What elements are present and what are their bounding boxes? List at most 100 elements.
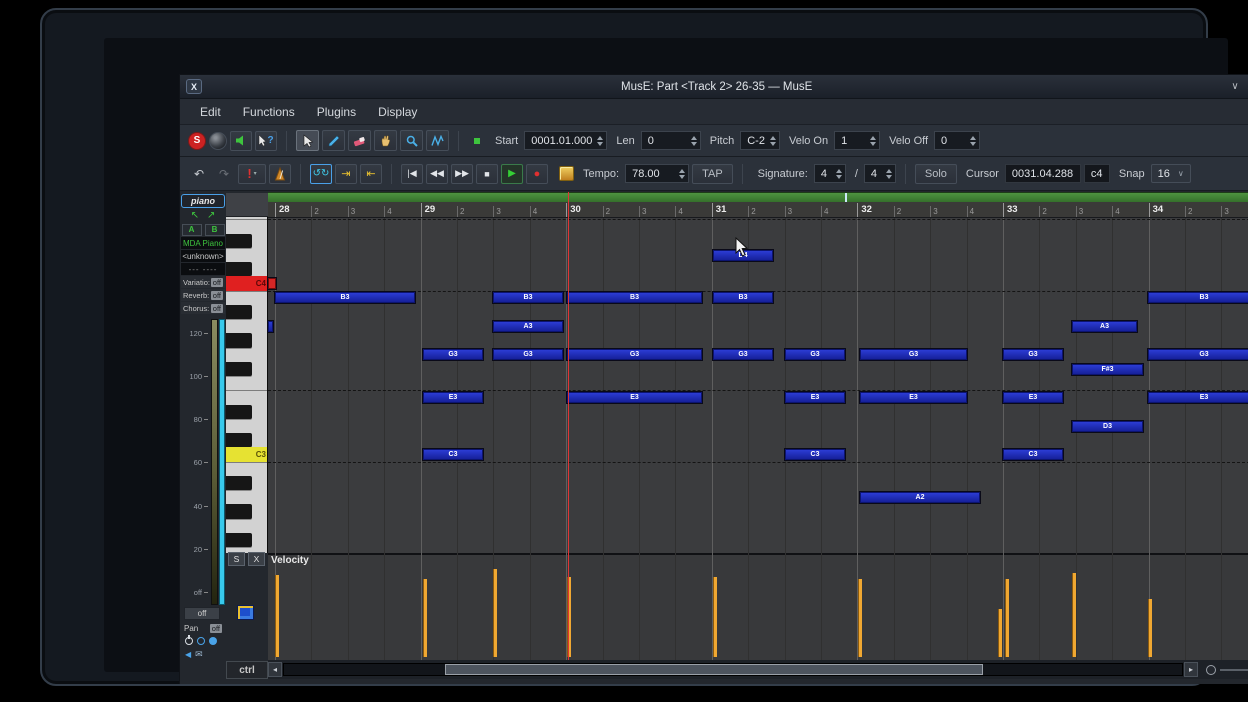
piano-key-black[interactable] xyxy=(226,532,252,548)
piano-keys[interactable]: C4 C3 xyxy=(226,217,268,553)
instrument-name[interactable]: MDA Piano xyxy=(181,237,225,249)
midi-note[interactable]: D3 xyxy=(1072,420,1143,432)
velocity-bar[interactable] xyxy=(275,575,279,657)
part-name-tab[interactable]: piano xyxy=(181,194,225,208)
redo-button[interactable]: ↷ xyxy=(213,164,235,184)
pointer-tool-button[interactable] xyxy=(296,130,319,151)
punch-out-button[interactable]: ⇤ xyxy=(360,163,382,184)
position-strip[interactable] xyxy=(268,192,1248,203)
rewind-button[interactable]: ◀◀ xyxy=(426,163,448,184)
ctrl-lane-close-button[interactable]: X xyxy=(248,552,265,566)
velocity-bar[interactable] xyxy=(1005,579,1009,657)
piano-key-black[interactable] xyxy=(226,361,252,377)
velocity-bar[interactable] xyxy=(423,579,427,657)
midi-note[interactable]: G3 xyxy=(1003,349,1063,361)
midi-note[interactable]: G3 xyxy=(860,349,967,361)
speaker-icon[interactable] xyxy=(230,130,252,151)
midi-note[interactable]: G3 xyxy=(567,349,702,361)
volume-value[interactable]: off xyxy=(184,607,220,620)
piano-key-c3[interactable]: C3 xyxy=(226,447,267,462)
playhead[interactable] xyxy=(568,192,569,660)
hand-tool-button[interactable] xyxy=(374,130,397,151)
start-spinbox[interactable]: 0001.01.000 xyxy=(524,131,608,150)
tap-button[interactable]: TAP xyxy=(692,163,733,184)
volume-slider[interactable] xyxy=(219,319,225,605)
a-button[interactable]: A xyxy=(181,223,202,236)
velocity-bar[interactable] xyxy=(1148,599,1152,657)
forward-button[interactable]: ▶▶ xyxy=(451,163,473,184)
next-part-icon[interactable]: ↗ xyxy=(207,210,215,221)
midi-note[interactable]: B3 xyxy=(493,292,563,304)
midi-knob-icon[interactable] xyxy=(209,131,227,150)
controller-row[interactable]: Variatio: off xyxy=(181,276,225,288)
bank-display[interactable]: --- ---- xyxy=(181,263,225,275)
controller-list-icon[interactable] xyxy=(237,605,254,620)
snap-combo[interactable]: 16 ∨ xyxy=(1150,164,1191,183)
minimize-button[interactable]: ∨ xyxy=(1231,81,1238,92)
midi-note[interactable]: G3 xyxy=(423,349,483,361)
len-spinbox[interactable]: 0 xyxy=(640,131,701,150)
velocity-bar[interactable] xyxy=(998,609,1002,657)
controller-row[interactable]: Chorus: off xyxy=(181,302,225,314)
panic-button[interactable]: ! ▾ xyxy=(238,163,266,184)
midi-note[interactable]: E3 xyxy=(423,392,483,403)
piano-roll[interactable]: 28234292343023431234322343323434234 B3 B3… xyxy=(268,191,1248,660)
velocity-panel[interactable] xyxy=(268,553,1248,660)
piano-key-black[interactable] xyxy=(226,233,252,248)
midi-note[interactable]: B3 xyxy=(1148,292,1248,304)
midi-note[interactable]: E3 xyxy=(1003,392,1063,403)
part-solo-icon[interactable]: S xyxy=(188,131,206,150)
ctrl-lane-select-button[interactable]: S xyxy=(228,552,245,566)
prev-part-icon[interactable]: ↖ xyxy=(191,210,199,221)
hscroll-thumb[interactable] xyxy=(445,664,983,675)
record-button[interactable]: ● xyxy=(526,163,548,184)
menu-display[interactable]: Display xyxy=(368,102,427,122)
undo-button[interactable]: ↶ xyxy=(188,164,210,184)
eraser-tool-button[interactable] xyxy=(348,130,371,151)
piano-key-c4[interactable]: C4 xyxy=(226,276,267,291)
midi-note[interactable]: A3 xyxy=(493,320,563,332)
velocity-bar[interactable] xyxy=(713,577,717,657)
loop-button[interactable]: ↺↻ xyxy=(310,163,332,184)
pencil-tool-button[interactable] xyxy=(322,130,345,151)
midi-note[interactable]: G3 xyxy=(493,349,563,361)
velo-off-spinbox[interactable]: 0 xyxy=(934,131,981,150)
piano-key-black[interactable] xyxy=(226,304,252,320)
midi-note[interactable]: G3 xyxy=(785,349,845,361)
midi-note[interactable]: G3 xyxy=(713,349,773,361)
piano-key-black[interactable] xyxy=(226,333,252,348)
midi-note[interactable]: A3 xyxy=(1072,320,1137,332)
velo-on-spinbox[interactable]: 1 xyxy=(834,131,881,150)
hzoom-track[interactable] xyxy=(1220,669,1248,671)
midi-note[interactable] xyxy=(268,320,273,332)
ctrl-button[interactable]: ctrl xyxy=(226,661,268,679)
solo-button[interactable]: Solo xyxy=(914,163,957,184)
titlebar[interactable]: X MusE: Part <Track 2> 26-35 — MusE ∨ ∧ … xyxy=(180,75,1248,99)
skip-start-button[interactable]: |◀ xyxy=(401,163,423,184)
stop-button[interactable]: ■ xyxy=(476,163,498,184)
pan-value[interactable]: off xyxy=(209,623,222,633)
midi-note[interactable]: E3 xyxy=(567,392,702,403)
tempo-track-icon[interactable] xyxy=(559,166,574,181)
monitor-icon[interactable] xyxy=(209,637,217,645)
note-grid[interactable] xyxy=(268,218,1248,553)
hzoom-knob[interactable] xyxy=(1206,665,1216,675)
midi-note[interactable]: B3 xyxy=(567,292,702,304)
piano-key-black[interactable] xyxy=(226,504,252,519)
metronome-button[interactable] xyxy=(269,163,291,184)
piano-key-black[interactable] xyxy=(226,404,252,419)
pitch-spinbox[interactable]: C-2 xyxy=(740,131,780,150)
ruler[interactable]: 28234292343023431234322343323434234 xyxy=(268,202,1248,218)
velocity-bar[interactable] xyxy=(858,579,862,657)
toolbar-handle[interactable] xyxy=(474,137,480,144)
scroll-right-button[interactable]: ▸ xyxy=(1184,662,1198,677)
midi-note[interactable]: C3 xyxy=(785,449,845,460)
midi-note[interactable]: C3 xyxy=(423,449,483,460)
menu-functions[interactable]: Functions xyxy=(233,102,305,122)
midi-note[interactable]: C3 xyxy=(1003,449,1063,460)
scroll-left-button[interactable]: ◂ xyxy=(268,662,282,677)
midi-note[interactable]: F#3 xyxy=(1072,363,1143,375)
b-button[interactable]: B xyxy=(204,223,225,236)
tempo-spinbox[interactable]: 78.00 xyxy=(625,164,690,183)
draw-tool-button[interactable] xyxy=(426,130,449,151)
